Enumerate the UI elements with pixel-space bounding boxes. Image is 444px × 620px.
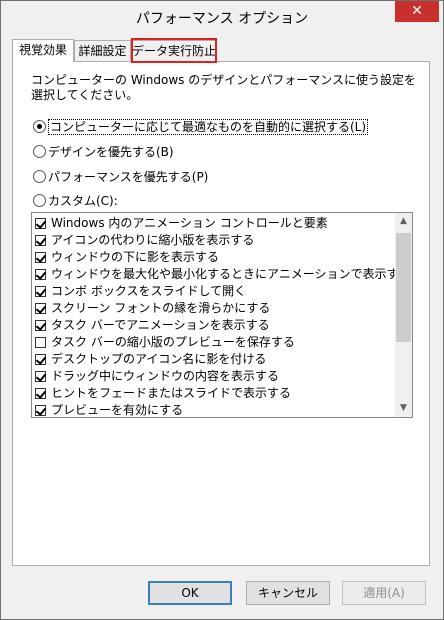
radio-button[interactable] bbox=[33, 170, 46, 183]
list-item-label: ウィンドウを最大化や最小化するときにアニメーションで表示する bbox=[51, 267, 411, 281]
list-item-label: Windows 内のアニメーション コントロールと要素 bbox=[51, 216, 328, 230]
description-text: コンピューターの Windows のデザインとパフォーマンスに使う設定を選択して… bbox=[31, 73, 416, 102]
list-item[interactable]: ドラッグ中にウィンドウの内容を表示する bbox=[35, 368, 279, 385]
radio-custom[interactable]: カスタム(C): bbox=[33, 193, 118, 209]
radio-button[interactable] bbox=[33, 194, 46, 207]
list-item[interactable]: タスク バーの縮小版のプレビューを保存する bbox=[35, 334, 295, 351]
effects-listbox[interactable]: Windows 内のアニメーション コントロールと要素 アイコンの代わりに縮小版… bbox=[31, 212, 413, 418]
radio-label: パフォーマンスを優先する(P) bbox=[48, 170, 209, 184]
scroll-down-icon[interactable]: ▼ bbox=[395, 400, 412, 417]
window-title: パフォーマンス オプション bbox=[135, 11, 309, 27]
checkbox[interactable] bbox=[35, 354, 46, 365]
list-item[interactable]: ウィンドウを最大化や最小化するときにアニメーションで表示する bbox=[35, 266, 411, 283]
list-item-label: タスク バーでアニメーションを表示する bbox=[51, 318, 270, 332]
radio-auto[interactable]: コンピューターに応じて最適なものを自動的に選択する(L) bbox=[33, 119, 369, 135]
radio-label: カスタム(C): bbox=[48, 194, 118, 208]
checkbox[interactable] bbox=[35, 269, 46, 280]
list-item[interactable]: デスクトップのアイコン名に影を付ける bbox=[35, 351, 266, 368]
checkbox[interactable] bbox=[35, 388, 46, 399]
scroll-thumb[interactable] bbox=[396, 233, 411, 342]
list-item-label: コンボ ボックスをスライドして開く bbox=[51, 284, 247, 298]
tab-label: 詳細設定 bbox=[78, 44, 127, 58]
tab-advanced[interactable]: 詳細設定 bbox=[74, 40, 131, 61]
vertical-scrollbar[interactable]: ▲ ▼ bbox=[395, 213, 412, 417]
list-item[interactable]: プレビューを有効にする bbox=[35, 402, 184, 417]
list-item-label: ウィンドウの下に影を表示する bbox=[51, 250, 220, 264]
list-item-label: タスク バーの縮小版のプレビューを保存する bbox=[51, 335, 295, 349]
apply-button[interactable]: 適用(A) bbox=[342, 581, 426, 605]
list-item-label: デスクトップのアイコン名に影を付ける bbox=[51, 352, 267, 366]
list-item-label: アイコンの代わりに縮小版を表示する bbox=[51, 233, 255, 247]
radio-button[interactable] bbox=[33, 145, 46, 158]
checkbox[interactable] bbox=[35, 303, 46, 314]
checkbox[interactable] bbox=[35, 235, 46, 246]
list-item[interactable]: スクリーン フォントの縁を滑らかにする bbox=[35, 300, 270, 317]
list-item-label: プレビューを有効にする bbox=[51, 403, 184, 417]
performance-options-dialog: パフォーマンス オプション ✕ 視覚効果 詳細設定 データ実行防止 コンピュータ… bbox=[0, 0, 444, 620]
list-item[interactable]: コンボ ボックスをスライドして開く bbox=[35, 283, 246, 300]
radio-best-performance[interactable]: パフォーマンスを優先する(P) bbox=[33, 169, 208, 185]
title-bar: パフォーマンス オプション ✕ bbox=[1, 1, 443, 33]
list-item[interactable]: タスク バーでアニメーションを表示する bbox=[35, 317, 270, 334]
checkbox[interactable] bbox=[35, 320, 46, 331]
checkbox[interactable] bbox=[35, 405, 46, 416]
tab-highlight-frame bbox=[131, 38, 217, 63]
list-item[interactable]: ウィンドウの下に影を表示する bbox=[35, 249, 219, 266]
list-item[interactable]: アイコンの代わりに縮小版を表示する bbox=[35, 232, 254, 249]
checkbox[interactable] bbox=[35, 337, 46, 348]
cancel-button[interactable]: キャンセル bbox=[246, 581, 330, 605]
radio-label: デザインを優先する(B) bbox=[48, 145, 174, 159]
list-item-label: スクリーン フォントの縁を滑らかにする bbox=[51, 301, 271, 315]
checkbox[interactable] bbox=[35, 252, 46, 263]
checkbox[interactable] bbox=[35, 218, 46, 229]
radio-label: コンピューターに応じて最適なものを自動的に選択する(L) bbox=[48, 119, 369, 135]
checkbox[interactable] bbox=[35, 286, 46, 297]
radio-best-appearance[interactable]: デザインを優先する(B) bbox=[33, 144, 174, 160]
list-item-label: ヒントをフェードまたはスライドで表示する bbox=[51, 386, 292, 400]
radio-button-selected[interactable] bbox=[33, 120, 46, 133]
list-item[interactable]: Windows 内のアニメーション コントロールと要素 bbox=[35, 215, 328, 232]
checkbox[interactable] bbox=[35, 371, 46, 382]
close-icon: ✕ bbox=[411, 3, 423, 19]
list-item-label: ドラッグ中にウィンドウの内容を表示する bbox=[51, 369, 280, 383]
tab-visual-effects[interactable]: 視覚効果 bbox=[12, 39, 74, 62]
close-button[interactable]: ✕ bbox=[395, 1, 439, 22]
ok-button[interactable]: OK bbox=[148, 581, 232, 605]
scroll-up-icon[interactable]: ▲ bbox=[395, 213, 412, 230]
tab-label: 視覚効果 bbox=[18, 43, 67, 57]
list-item[interactable]: ヒントをフェードまたはスライドで表示する bbox=[35, 385, 291, 402]
